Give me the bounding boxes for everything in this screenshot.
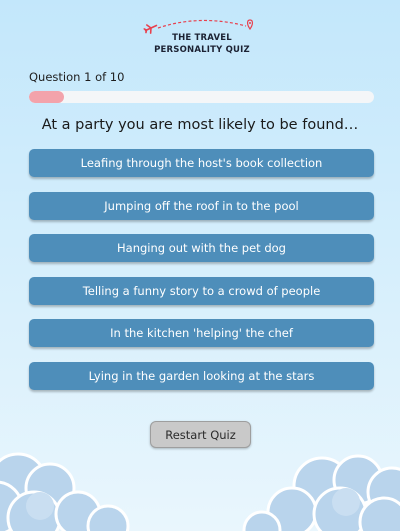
question-counter: Question 1 of 10 [29, 70, 125, 84]
question-text: At a party you are most likely to be fou… [41, 117, 359, 133]
clouds-decoration [0, 452, 400, 531]
answer-option-funny-story[interactable]: Telling a funny story to a crowd of peop… [29, 276, 374, 305]
progress-bar [29, 91, 374, 103]
quiz-logo: THE TRAVEL PERSONALITY QUIZ [140, 18, 264, 60]
map-pin-icon [246, 19, 254, 31]
answer-options: Leafing through the host's book collecti… [29, 149, 374, 405]
logo-title-line1: THE TRAVEL [172, 33, 232, 43]
flight-path-graphic [143, 19, 254, 34]
logo-title-line2: PERSONALITY QUIZ [154, 45, 250, 55]
answer-option-kitchen-chef[interactable]: In the kitchen 'helping' the chef [29, 319, 374, 348]
answer-option-roof-pool[interactable]: Jumping off the roof in to the pool [29, 191, 374, 220]
progress-bar-fill [29, 91, 64, 103]
answer-option-garden-stars[interactable]: Lying in the garden looking at the stars [29, 361, 374, 390]
answer-option-pet-dog[interactable]: Hanging out with the pet dog [29, 234, 374, 263]
answer-option-book-collection[interactable]: Leafing through the host's book collecti… [29, 149, 374, 177]
quiz-page: THE TRAVEL PERSONALITY QUIZ Question 1 o… [0, 0, 400, 531]
